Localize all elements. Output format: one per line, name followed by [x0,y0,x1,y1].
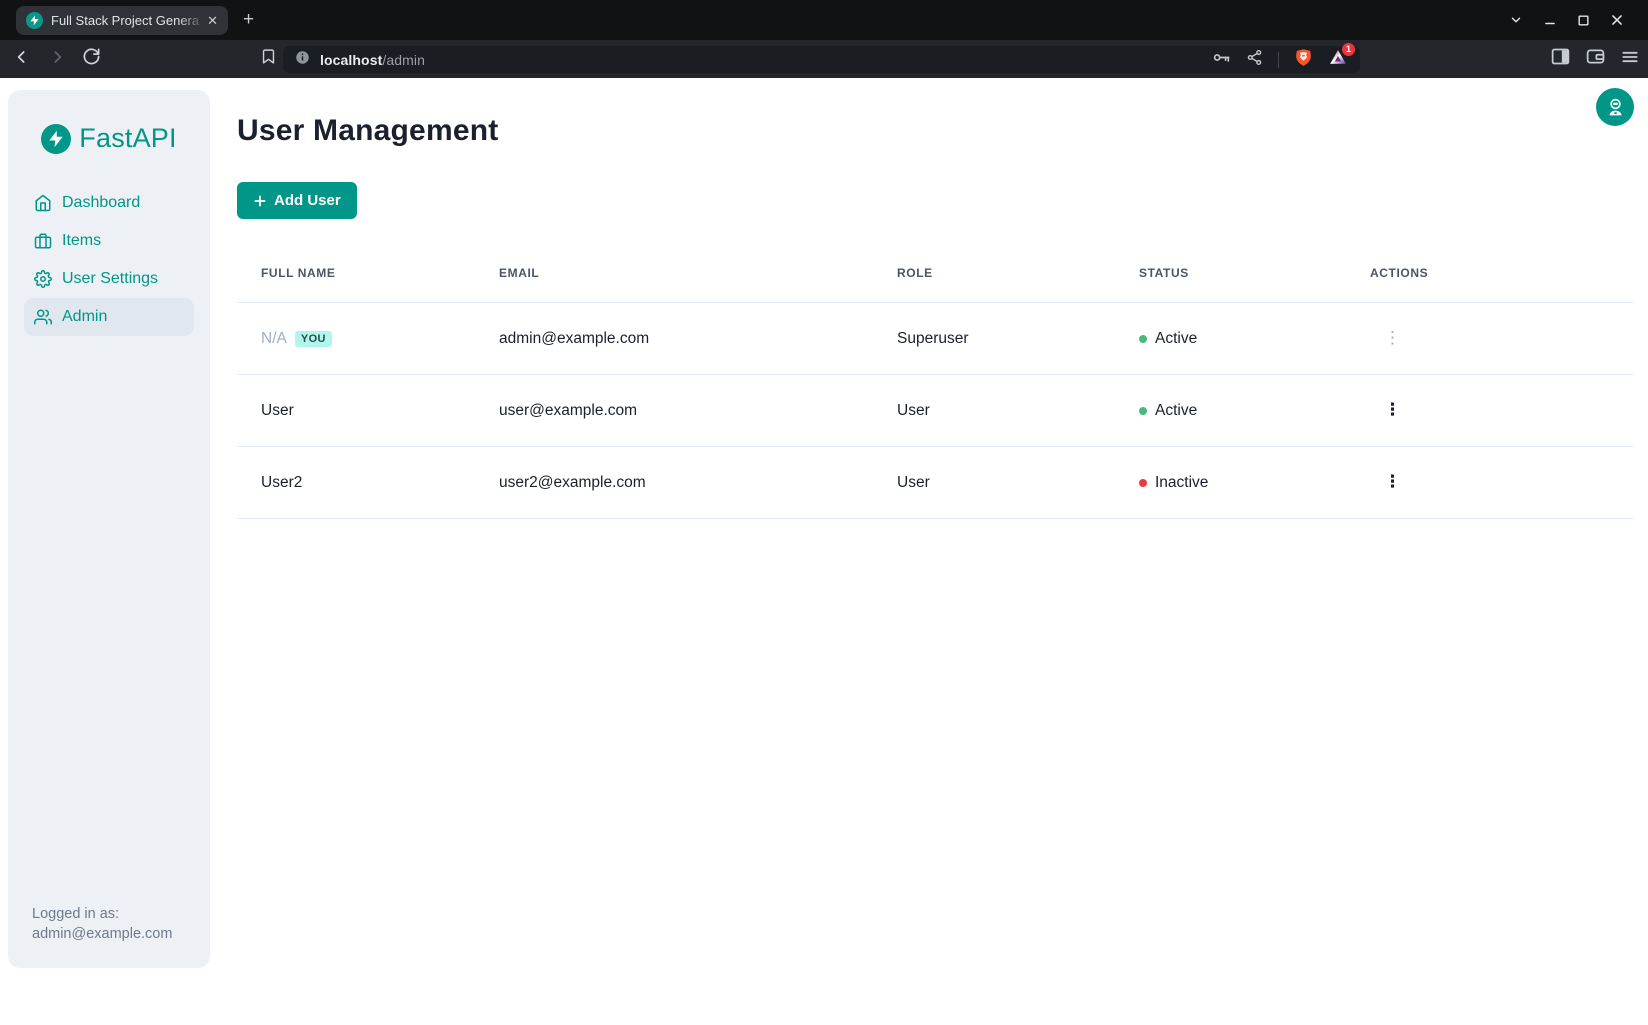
rewards-badge: 1 [1342,43,1355,56]
logged-in-footer: Logged in as: admin@example.com [32,904,172,944]
sidebar-item-label: User Settings [62,270,158,288]
new-tab-icon[interactable]: + [243,8,254,32]
tab-search-chevron-icon[interactable] [1509,13,1523,27]
user-role: Superuser [873,330,1115,348]
app-page: FastAPI Dashboard Items User Settings Ad… [0,78,1648,1025]
bookmark-icon[interactable] [260,48,277,70]
status-dot [1139,407,1147,415]
add-user-button[interactable]: Add User [237,182,357,219]
sidebar-nav: Dashboard Items User Settings Admin [8,184,210,336]
sidebar-toggle-icon[interactable] [1550,46,1571,72]
user-role: User [873,402,1115,420]
col-full-name: FULL NAME [237,266,475,280]
url-text: localhost/admin [320,52,425,68]
browser-titlebar: Full Stack Project Genera ✕ + [0,0,1648,40]
status-text: Active [1155,330,1197,348]
reload-icon[interactable] [82,47,101,71]
col-role: ROLE [873,266,1115,280]
user-full-name: User2 [261,474,302,492]
user-email: user@example.com [475,402,873,420]
status-dot [1139,335,1147,343]
table-header-row: FULL NAME EMAIL ROLE STATUS ACTIONS [237,243,1633,303]
gear-icon [34,270,52,288]
status-dot [1139,479,1147,487]
address-bar[interactable]: localhost/admin 1 [283,46,1360,73]
logged-in-label: Logged in as: [32,904,172,924]
wallet-icon[interactable] [1585,46,1606,72]
fastapi-favicon-icon [26,12,43,29]
forward-icon[interactable] [47,47,67,72]
user-email: admin@example.com [475,330,873,348]
row-actions-menu-icon[interactable]: ⋮ [1384,402,1401,419]
sidebar-item-label: Dashboard [62,194,140,212]
home-icon [34,194,52,212]
page-title: User Management [237,114,1633,148]
sidebar-item-dashboard[interactable]: Dashboard [24,184,194,222]
col-email: EMAIL [475,266,873,280]
user-email: user2@example.com [475,474,873,492]
sidebar-item-label: Items [62,232,101,250]
password-key-icon[interactable] [1212,48,1231,72]
user-role: User [873,474,1115,492]
browser-toolbar: localhost/admin 1 [0,40,1648,78]
browser-tab[interactable]: Full Stack Project Genera ✕ [16,6,228,35]
sidebar-item-user-settings[interactable]: User Settings [24,260,194,298]
user-full-name: N/A [261,330,287,348]
logo-text: FastAPI [79,123,176,154]
sidebar-item-label: Admin [62,308,107,326]
sidebar: FastAPI Dashboard Items User Settings Ad… [8,90,210,968]
logged-in-email: admin@example.com [32,924,172,944]
fastapi-logo: FastAPI [8,123,210,154]
table-row: User user@example.com User Active ⋮ [237,375,1633,447]
status-text: Active [1155,402,1197,420]
tab-close-icon[interactable]: ✕ [205,12,220,29]
status-text: Inactive [1155,474,1208,492]
menu-hamburger-icon[interactable] [1620,47,1640,72]
site-info-icon[interactable] [295,50,310,70]
share-icon[interactable] [1246,49,1263,71]
users-table: FULL NAME EMAIL ROLE STATUS ACTIONS N/A … [237,243,1633,519]
toolbar-divider [1278,52,1279,68]
close-window-icon[interactable] [1610,13,1624,27]
table-row: User2 user2@example.com User Inactive ⋮ [237,447,1633,519]
plus-icon [253,194,267,208]
main-content: User Management Add User FULL NAME EMAIL… [237,78,1633,519]
row-actions-menu-icon[interactable]: ⋮ [1384,474,1401,491]
col-actions: ACTIONS [1346,266,1633,280]
you-badge: YOU [295,331,332,347]
users-icon [34,308,52,326]
maximize-icon[interactable] [1577,14,1590,27]
briefcase-icon [34,232,52,250]
back-icon[interactable] [12,47,32,72]
table-row: N/A YOU admin@example.com Superuser Acti… [237,303,1633,375]
col-status: STATUS [1115,266,1346,280]
brave-shield-icon[interactable] [1294,48,1313,72]
url-host: localhost [320,52,382,68]
sidebar-item-admin[interactable]: Admin [24,298,194,336]
tab-title-fade [178,6,206,35]
row-actions-menu-icon[interactable]: ⋮ [1384,330,1401,347]
url-path: /admin [382,52,425,68]
sidebar-item-items[interactable]: Items [24,222,194,260]
user-full-name: User [261,402,294,420]
minimize-icon[interactable] [1543,13,1557,27]
brave-rewards-icon[interactable]: 1 [1328,48,1348,72]
fastapi-bolt-icon [41,124,71,154]
add-user-label: Add User [274,192,341,209]
